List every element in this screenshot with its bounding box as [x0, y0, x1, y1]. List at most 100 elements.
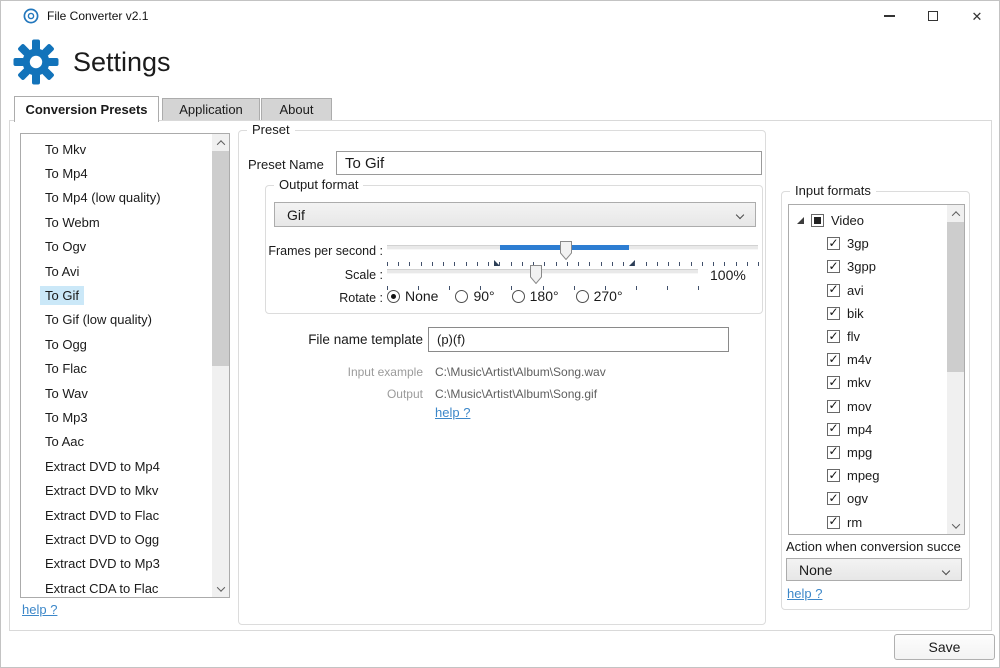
checkbox-checked-icon[interactable] — [827, 423, 840, 436]
radio-icon[interactable] — [512, 290, 525, 303]
filename-help-link[interactable]: help ? — [435, 405, 470, 420]
scroll-down-button[interactable] — [947, 517, 964, 534]
list-item[interactable]: To Mp4 — [21, 161, 212, 185]
input-formats-help-link[interactable]: help ? — [787, 586, 822, 601]
checkbox-checked-icon[interactable] — [827, 400, 840, 413]
tree-row[interactable]: mp4 — [789, 418, 947, 441]
output-format-select[interactable]: Gif — [274, 202, 756, 227]
tree-row[interactable]: mov — [789, 395, 947, 418]
checkbox-checked-icon[interactable] — [827, 284, 840, 297]
fps-slider-thumb[interactable] — [560, 241, 572, 260]
checkbox-checked-icon[interactable] — [827, 237, 840, 250]
preset-name-input[interactable] — [336, 151, 762, 175]
rotate-option-label: 270° — [594, 288, 623, 304]
rotate-option[interactable]: 180° — [512, 288, 559, 304]
tree-row[interactable]: rm — [789, 510, 947, 533]
tab-application[interactable]: Application — [162, 98, 260, 120]
action-on-success-label: Action when conversion succe — [786, 539, 967, 554]
rotate-option[interactable]: 270° — [576, 288, 623, 304]
save-button[interactable]: Save — [894, 634, 995, 660]
tree-row[interactable]: 3gp — [789, 232, 947, 255]
checkbox-checked-icon[interactable] — [827, 446, 840, 459]
list-item[interactable]: Extract DVD to Mkv — [21, 478, 212, 502]
list-item[interactable]: Extract DVD to Mp4 — [21, 454, 212, 478]
close-icon: ✕ — [972, 10, 983, 23]
list-item[interactable]: To Mkv — [21, 137, 212, 161]
rotate-option-label: None — [405, 288, 438, 304]
tab-about[interactable]: About — [261, 98, 332, 120]
chevron-down-icon — [736, 211, 744, 219]
scale-value: 100% — [710, 267, 746, 283]
checkbox-checked-icon[interactable] — [827, 516, 840, 529]
checkbox-checked-icon[interactable] — [827, 469, 840, 482]
tab-conversion-presets[interactable]: Conversion Presets — [14, 96, 159, 122]
checkbox-checked-icon[interactable] — [827, 260, 840, 273]
list-item[interactable]: To Aac — [21, 430, 212, 454]
list-item[interactable]: To Wav — [21, 381, 212, 405]
maximize-button[interactable] — [911, 1, 955, 31]
action-select[interactable]: None — [786, 558, 962, 581]
tree-expander-icon[interactable] — [797, 217, 804, 224]
window-title: File Converter v2.1 — [47, 9, 148, 23]
filename-template-input[interactable] — [428, 327, 729, 352]
preset-list-scrollbar[interactable] — [212, 134, 229, 597]
list-item-label: To Gif (low quality) — [40, 310, 157, 329]
checkbox-checked-icon[interactable] — [827, 353, 840, 366]
tick-mark — [702, 262, 703, 266]
tree-row[interactable]: bik — [789, 302, 947, 325]
scale-slider-track[interactable] — [387, 269, 698, 274]
close-button[interactable]: ✕ — [955, 1, 999, 31]
list-item[interactable]: To Avi — [21, 259, 212, 283]
list-item[interactable]: To Flac — [21, 357, 212, 381]
checkbox-checked-icon[interactable] — [827, 330, 840, 343]
radio-icon[interactable] — [576, 290, 589, 303]
tree-row[interactable]: m4v — [789, 348, 947, 371]
tree-row-label: mp4 — [847, 422, 872, 437]
rotate-option[interactable]: 90° — [455, 288, 494, 304]
scroll-thumb[interactable] — [212, 151, 229, 366]
list-item-label: To Aac — [40, 432, 89, 451]
tree-row-label: 3gp — [847, 236, 869, 251]
tree-row[interactable]: mkv — [789, 371, 947, 394]
list-item[interactable]: To Gif (low quality) — [21, 308, 212, 332]
tree-row[interactable]: avi — [789, 279, 947, 302]
preset-list[interactable]: To MkvTo Mp4To Mp4 (low quality)To WebmT… — [20, 133, 230, 598]
list-item[interactable]: To Webm — [21, 210, 212, 234]
radio-icon[interactable] — [387, 290, 400, 303]
checkbox-checked-icon[interactable] — [827, 376, 840, 389]
list-item[interactable]: Extract DVD to Mp3 — [21, 552, 212, 576]
list-item[interactable]: Extract CDA to Flac — [21, 576, 212, 598]
checkbox-indeterminate-icon[interactable] — [811, 214, 824, 227]
minimize-button[interactable] — [867, 1, 911, 31]
list-item[interactable]: To Ogv — [21, 235, 212, 259]
list-item[interactable]: To Ogg — [21, 332, 212, 356]
presets-help-link[interactable]: help ? — [22, 602, 57, 617]
tree-row[interactable]: flv — [789, 325, 947, 348]
checkbox-checked-icon[interactable] — [827, 492, 840, 505]
scroll-down-button[interactable] — [212, 580, 229, 597]
list-item-label: To Mp3 — [40, 408, 93, 427]
scroll-thumb[interactable] — [947, 222, 964, 372]
tree-row[interactable]: ogv — [789, 487, 947, 510]
tree-root-row[interactable]: Video — [789, 209, 947, 232]
tree-row-label: ogv — [847, 491, 868, 506]
list-item[interactable]: To Mp4 (low quality) — [21, 186, 212, 210]
list-item[interactable]: To Mp3 — [21, 405, 212, 429]
scale-slider-thumb[interactable] — [530, 265, 542, 284]
formats-scrollbar[interactable] — [947, 205, 964, 534]
tree-row[interactable]: mpeg — [789, 464, 947, 487]
scroll-up-button[interactable] — [212, 134, 229, 151]
list-item[interactable]: Extract DVD to Flac — [21, 503, 212, 527]
formats-tree[interactable]: Video 3gp 3gppavibikflvm4vmkvmov mp4 mpgmpe… — [788, 204, 965, 535]
checkbox-checked-icon[interactable] — [827, 307, 840, 320]
list-item[interactable]: Extract DVD to Ogg — [21, 527, 212, 551]
fps-slider[interactable] — [387, 240, 758, 259]
radio-icon[interactable] — [455, 290, 468, 303]
list-item[interactable]: To Gif — [21, 283, 212, 307]
preset-name-label: Preset Name — [248, 157, 324, 172]
tree-row[interactable]: mpg — [789, 441, 947, 464]
scroll-up-button[interactable] — [947, 205, 964, 222]
rotate-option[interactable]: None — [387, 288, 438, 304]
tree-row[interactable]: 3gpp — [789, 255, 947, 278]
scale-slider[interactable] — [387, 264, 698, 283]
